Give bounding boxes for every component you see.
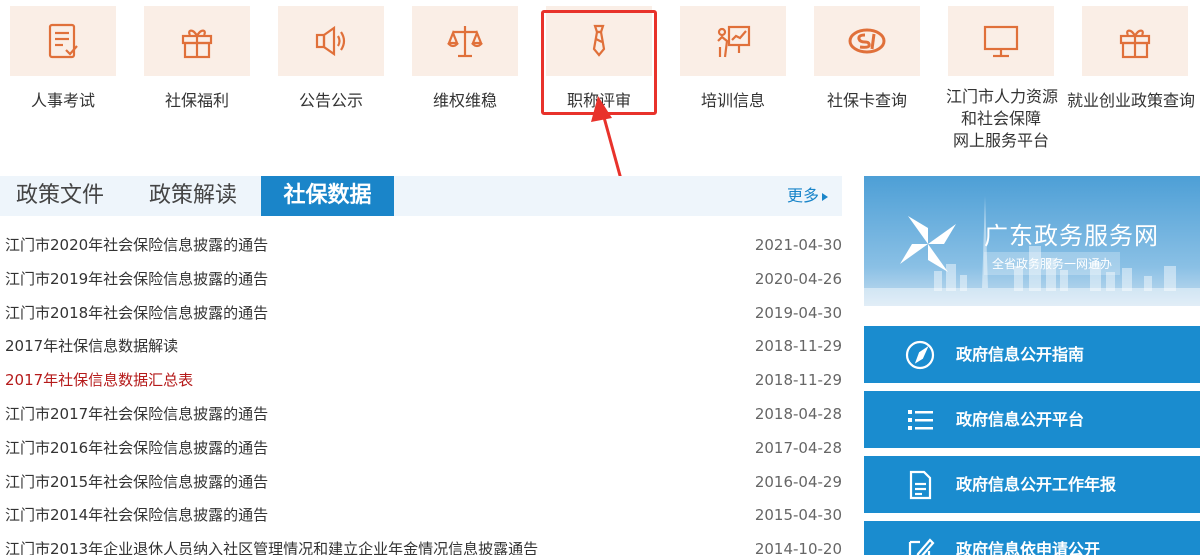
document-icon [909, 470, 932, 500]
list-icon [908, 410, 933, 430]
news-item[interactable]: 江门市2020年社会保险信息披露的通告 2021-04-30 [5, 229, 842, 263]
icon-tile [948, 6, 1054, 76]
icon-tile [1082, 6, 1188, 76]
gift-icon [1119, 29, 1151, 59]
icon-item-announcements[interactable]: 公告公示 [276, 0, 386, 112]
gd-gov-service-banner[interactable]: 广东政务服务网 全省政务服务一网通办 [864, 176, 1200, 306]
icon-item-personnel-exam[interactable]: 人事考试 [8, 0, 118, 112]
icon-item-social-welfare[interactable]: 社保福利 [142, 0, 252, 112]
icon-item-social-card-query[interactable]: 社保卡查询 [812, 0, 922, 112]
news-item[interactable]: 2017年社保信息数据汇总表 2018-11-29 [5, 364, 842, 398]
tab-policy-interpretation[interactable]: 政策解读 [149, 176, 237, 216]
news-title[interactable]: 2017年社保信息数据解读 [5, 330, 178, 364]
icon-label: 维权维稳 [432, 91, 497, 110]
presentation-icon [717, 25, 751, 58]
pinwheel-logo-icon [900, 216, 956, 272]
news-item[interactable]: 江门市2016年社会保险信息披露的通告 2017-04-28 [5, 432, 842, 466]
gov-info-annual-report-button[interactable]: 政府信息公开工作年报 [864, 456, 1200, 513]
icon-tile [680, 6, 786, 76]
gift-icon [181, 29, 213, 59]
news-date: 2019-04-30 [754, 303, 842, 322]
news-title[interactable]: 江门市2019年社会保险信息披露的通告 [5, 263, 268, 297]
tie-icon [592, 24, 606, 57]
news-tab-bar: 政策文件 政策解读 社保数据 更多 [0, 176, 842, 216]
banner-title: 广东政务服务网 [984, 222, 1159, 250]
news-date: 2020-04-26 [754, 269, 842, 288]
tab-social-security-data[interactable]: 社保数据 [261, 176, 394, 216]
banner-subtitle: 全省政务服务一网通办 [984, 252, 1121, 275]
si-logo-icon [848, 28, 886, 54]
news-list: 江门市2020年社会保险信息披露的通告 2021-04-30 江门市2019年社… [5, 229, 842, 555]
more-link[interactable]: 更多 [787, 176, 828, 216]
news-date: 2018-11-29 [754, 371, 842, 390]
more-label: 更多 [786, 186, 819, 205]
news-date: 2018-11-29 [754, 337, 842, 356]
news-title[interactable]: 江门市2014年社会保险信息披露的通告 [5, 499, 268, 533]
edit-icon [908, 538, 935, 555]
gov-info-platform-button[interactable]: 政府信息公开平台 [864, 391, 1200, 448]
news-title[interactable]: 江门市2015年社会保险信息披露的通告 [5, 466, 268, 500]
news-title[interactable]: 江门市2020年社会保险信息披露的通告 [5, 229, 268, 263]
news-date: 2016-04-29 [754, 472, 842, 491]
side-button-label: 政府信息依申请公开 [956, 540, 1101, 555]
gov-info-guide-button[interactable]: 政府信息公开指南 [864, 326, 1200, 383]
news-title[interactable]: 江门市2013年企业退休人员纳入社区管理情况和建立企业年金情况信息披露通告 [5, 533, 538, 555]
icon-label: 人事考试 [30, 91, 95, 110]
news-title[interactable]: 江门市2016年社会保险信息披露的通告 [5, 432, 268, 466]
icon-label: 培训信息 [700, 91, 765, 110]
news-title-highlighted[interactable]: 2017年社保信息数据汇总表 [5, 364, 193, 398]
icon-label-line: 和社会保障 [960, 109, 1041, 128]
icon-item-title-evaluation[interactable]: 职称评审 [544, 0, 654, 112]
side-button-label: 政府信息公开工作年报 [956, 475, 1117, 494]
icon-tile [10, 6, 116, 76]
icon-label: 社保福利 [164, 91, 229, 110]
icon-label: 社保卡查询 [826, 91, 907, 110]
news-date: 2017-04-28 [754, 438, 842, 457]
news-item[interactable]: 2017年社保信息数据解读 2018-11-29 [5, 330, 842, 364]
news-item[interactable]: 江门市2014年社会保险信息披露的通告 2015-04-30 [5, 499, 842, 533]
megaphone-icon [315, 25, 346, 57]
exam-list-icon [48, 23, 78, 59]
icon-tile [278, 6, 384, 76]
news-date: 2015-04-30 [754, 506, 842, 525]
icon-label: 就业创业政策查询 [1066, 91, 1195, 110]
side-button-label: 政府信息公开指南 [956, 345, 1085, 364]
news-title[interactable]: 江门市2018年社会保险信息披露的通告 [5, 297, 268, 331]
triangle-right-icon [822, 192, 828, 201]
icon-label-line: 网上服务平台 [952, 131, 1049, 150]
news-date: 2021-04-30 [754, 236, 842, 254]
icon-item-employment-policy-query[interactable]: 就业创业政策查询 [1067, 0, 1195, 112]
icon-label: 职称评审 [566, 91, 631, 110]
news-title[interactable]: 江门市2017年社会保险信息披露的通告 [5, 398, 268, 432]
news-date: 2018-04-28 [754, 404, 842, 423]
icon-tile [546, 6, 652, 76]
icon-tile [144, 6, 250, 76]
icon-label: 公告公示 [298, 91, 363, 110]
monitor-icon [983, 25, 1019, 58]
news-date: 2014-10-20 [754, 540, 842, 555]
news-item[interactable]: 江门市2018年社会保险信息披露的通告 2019-04-30 [5, 297, 842, 331]
news-item[interactable]: 江门市2013年企业退休人员纳入社区管理情况和建立企业年金情况信息披露通告 20… [5, 533, 842, 555]
news-item[interactable]: 江门市2019年社会保险信息披露的通告 2020-04-26 [5, 263, 842, 297]
icon-item-training-info[interactable]: 培训信息 [678, 0, 788, 112]
side-button-label: 政府信息公开平台 [956, 410, 1085, 429]
gov-info-apply-button[interactable]: 政府信息依申请公开 [864, 521, 1200, 555]
icon-item-rights-protection[interactable]: 维权维稳 [410, 0, 520, 112]
compass-icon [905, 340, 935, 370]
icon-tile [412, 6, 518, 76]
icon-tile [814, 6, 920, 76]
icon-label-multiline: 江门市人力资源 和社会保障 网上服务平台 [946, 86, 1059, 152]
icon-label-line: 江门市人力资源 [946, 87, 1059, 106]
scales-icon [447, 26, 483, 58]
tab-policy-files[interactable]: 政策文件 [16, 176, 104, 216]
news-item[interactable]: 江门市2017年社会保险信息披露的通告 2018-04-28 [5, 398, 842, 432]
icon-item-hr-online-platform[interactable]: 江门市人力资源 和社会保障 网上服务平台 [946, 0, 1059, 152]
service-icon-row: 人事考试 社保福利 公告公示 维权维稳 职称评审 培训信息 社保卡查询 江门市人… [0, 0, 1200, 170]
news-item[interactable]: 江门市2015年社会保险信息披露的通告 2016-04-29 [5, 466, 842, 500]
